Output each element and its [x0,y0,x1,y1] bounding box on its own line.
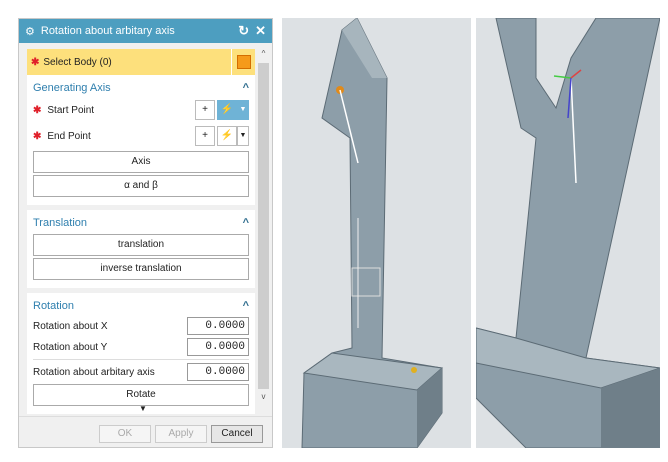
translation-section: Translation ^ translation inverse transla… [27,210,255,288]
dialog-title: Rotation about arbitary axis [40,25,175,37]
end-point-label: End Point [47,130,91,142]
scroll-up-icon[interactable]: ^ [257,49,270,58]
model-view-1 [301,17,444,449]
required-icon: ✱ [31,56,40,68]
rotate-button[interactable]: Rotate [33,384,249,406]
required-icon: ✱ [33,130,42,142]
collapse-icon[interactable]: ^ [243,300,249,312]
start-point-label: Start Point [47,104,95,116]
axis-button[interactable]: Axis [33,151,249,173]
inferred-point-icon[interactable]: ⚡ [217,100,237,120]
expand-more-icon[interactable]: ▼ [139,404,147,413]
generating-axis-header[interactable]: Generating Axis ^ [33,79,249,97]
rotation-section: Rotation ^ Rotation about X 0.0000 Rotatio… [27,293,255,414]
inferred-point-icon[interactable]: ⚡ [217,126,237,146]
rotation-y-input[interactable]: 0.0000 [187,338,249,356]
translation-button[interactable]: translation [33,234,249,256]
select-body-row[interactable]: ✱ Select Body (0) [27,49,255,75]
reset-icon[interactable]: ↻ [238,23,249,39]
scroll-thumb[interactable] [258,63,269,389]
section-title: Translation [33,217,88,229]
section-title: Rotation [33,300,74,312]
section-title: Generating Axis [33,82,111,94]
viewport-after[interactable] [475,17,661,449]
chevron-down-icon[interactable]: ▼ [237,126,249,146]
alpha-beta-button[interactable]: α and β [33,175,249,197]
point-dialog-icon[interactable]: + [195,126,215,146]
rotation-y-label: Rotation about Y [33,341,108,353]
collapse-icon[interactable]: ^ [243,82,249,94]
close-icon[interactable]: ✕ [255,23,266,39]
viewport-before[interactable] [282,17,471,449]
select-body-label: Select Body (0) [43,56,112,68]
cancel-button[interactable]: Cancel [211,425,263,443]
chevron-down-icon[interactable]: ▼ [237,100,249,120]
cube-icon[interactable] [231,49,255,75]
collapse-icon[interactable]: ^ [243,217,249,229]
scroll-down-icon[interactable]: v [257,392,270,401]
rotation-dialog: ⚙ Rotation about arbitary axis ↻ ✕ ✱ Sel… [18,18,273,448]
point-dialog-icon[interactable]: + [195,100,215,120]
apply-button[interactable]: Apply [155,425,207,443]
required-icon: ✱ [33,104,42,116]
rotation-axis-input[interactable]: 0.0000 [187,363,249,381]
dialog-title-bar: ⚙ Rotation about arbitary axis ↻ ✕ [19,19,272,43]
model-view-2 [475,17,661,449]
rotation-x-label: Rotation about X [33,320,108,332]
scrollbar[interactable]: ^ v [257,49,270,404]
inverse-translation-button[interactable]: inverse translation [33,258,249,280]
gear-icon[interactable]: ⚙ [25,25,35,38]
ok-button[interactable]: OK [99,425,151,443]
rotation-axis-label: Rotation about arbitary axis [33,366,155,378]
rotation-x-input[interactable]: 0.0000 [187,317,249,335]
generating-axis-section: Generating Axis ^ ✱ Start Point + ⚡ ▼ ✱ E… [27,75,255,205]
